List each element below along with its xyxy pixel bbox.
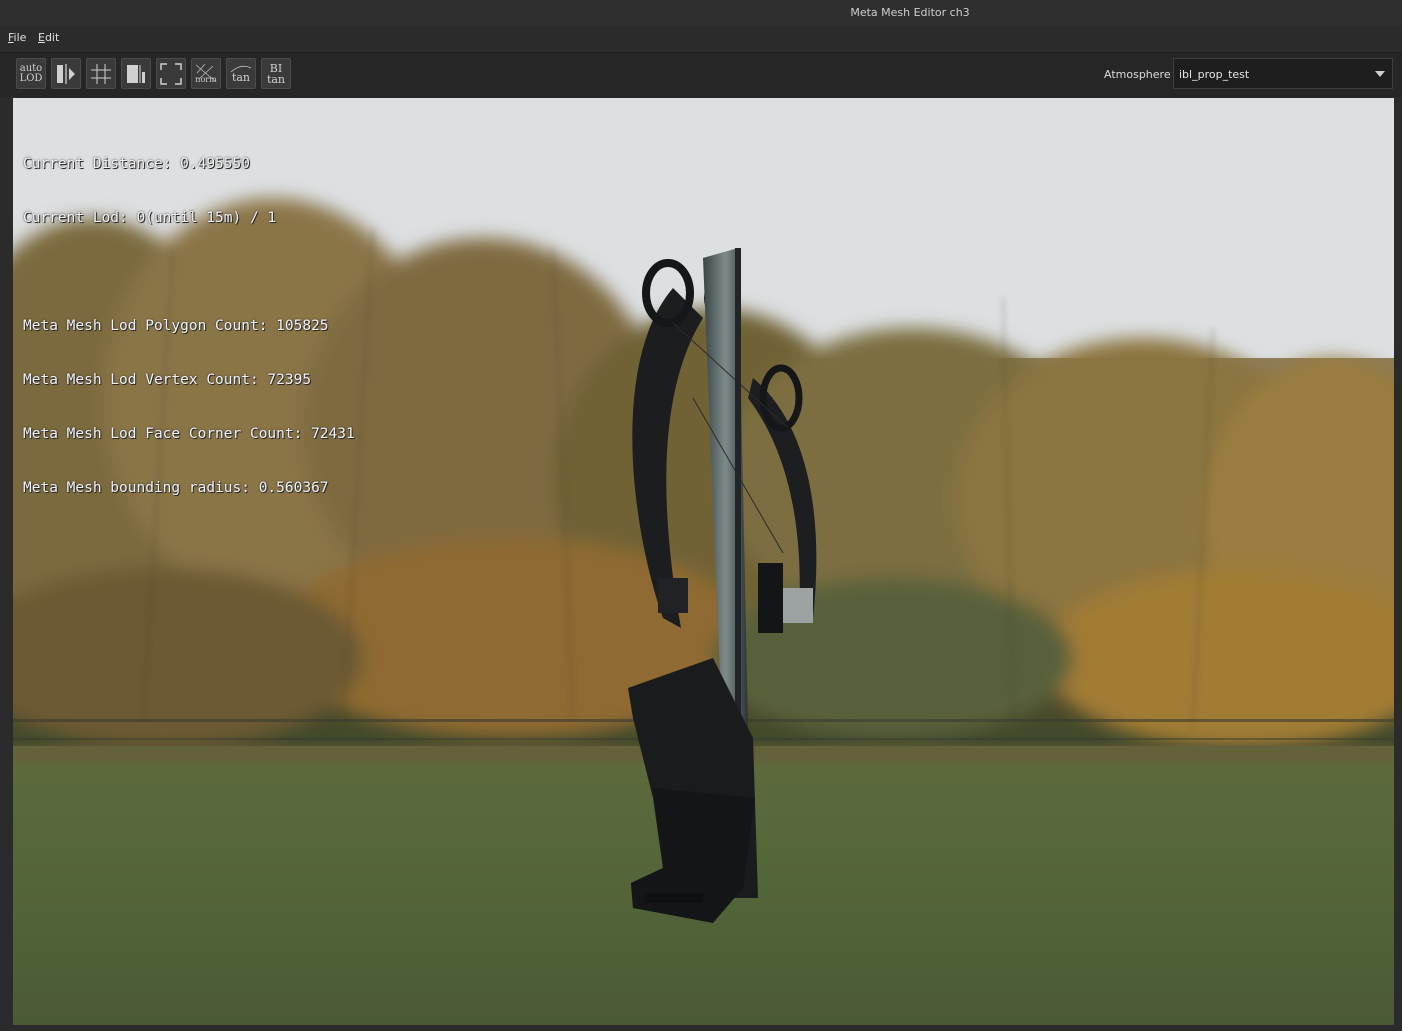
window-title: Meta Mesh Editor ch3 [850, 6, 970, 19]
grid-button[interactable] [86, 58, 116, 89]
split-view-icon [57, 63, 75, 84]
fullscreen-icon [160, 62, 182, 85]
bitangents-label: BI tan [266, 61, 286, 86]
side-panel-icon [127, 64, 145, 83]
atmosphere-label: Atmosphere [1104, 68, 1171, 81]
menu-edit[interactable]: Edit [36, 29, 61, 46]
menu-file-label: ile [13, 31, 27, 44]
tangents-label: tan [231, 71, 251, 84]
current-distance: Current Distance: 0.495550 [23, 156, 250, 172]
tangents-button[interactable]: tan [226, 58, 256, 89]
atmosphere-select[interactable]: ibl_prop_test [1173, 58, 1393, 89]
auto-lod-label: auto LOD [19, 62, 43, 84]
3d-viewport[interactable]: Current Distance: 0.495550 Current Lod: … [13, 98, 1394, 1025]
menu-edit-label: dit [44, 31, 60, 44]
menu-bar: File Edit [0, 26, 1402, 50]
split-view-button[interactable] [51, 58, 81, 89]
side-panel-button[interactable] [121, 58, 151, 89]
auto-lod-button[interactable]: auto LOD [16, 58, 46, 89]
menu-edit-mnemonic: E [38, 31, 45, 44]
face-corner-count: Meta Mesh Lod Face Corner Count: 72431 [23, 426, 355, 442]
fullscreen-button[interactable] [156, 58, 186, 89]
bounding-radius: Meta Mesh bounding radius: 0.560367 [23, 480, 329, 496]
normals-label: norm [195, 75, 217, 84]
bitangents-button[interactable]: BI tan [261, 58, 291, 89]
menu-file[interactable]: File [6, 29, 28, 46]
chevron-down-icon[interactable] [1375, 71, 1385, 77]
current-lod: Current Lod: 0(until 15m) / 1 [23, 210, 277, 226]
vertex-count: Meta Mesh Lod Vertex Count: 72395 [23, 372, 312, 388]
title-bar: Meta Mesh Editor ch3 [0, 0, 1402, 27]
polygon-count: Meta Mesh Lod Polygon Count: 105825 [23, 318, 329, 334]
grid-icon [91, 63, 111, 84]
normals-button[interactable]: norm [191, 58, 221, 89]
stats-overlay: Current Distance: 0.495550 Current Lod: … [23, 119, 355, 533]
atmosphere-value: ibl_prop_test [1179, 68, 1250, 81]
